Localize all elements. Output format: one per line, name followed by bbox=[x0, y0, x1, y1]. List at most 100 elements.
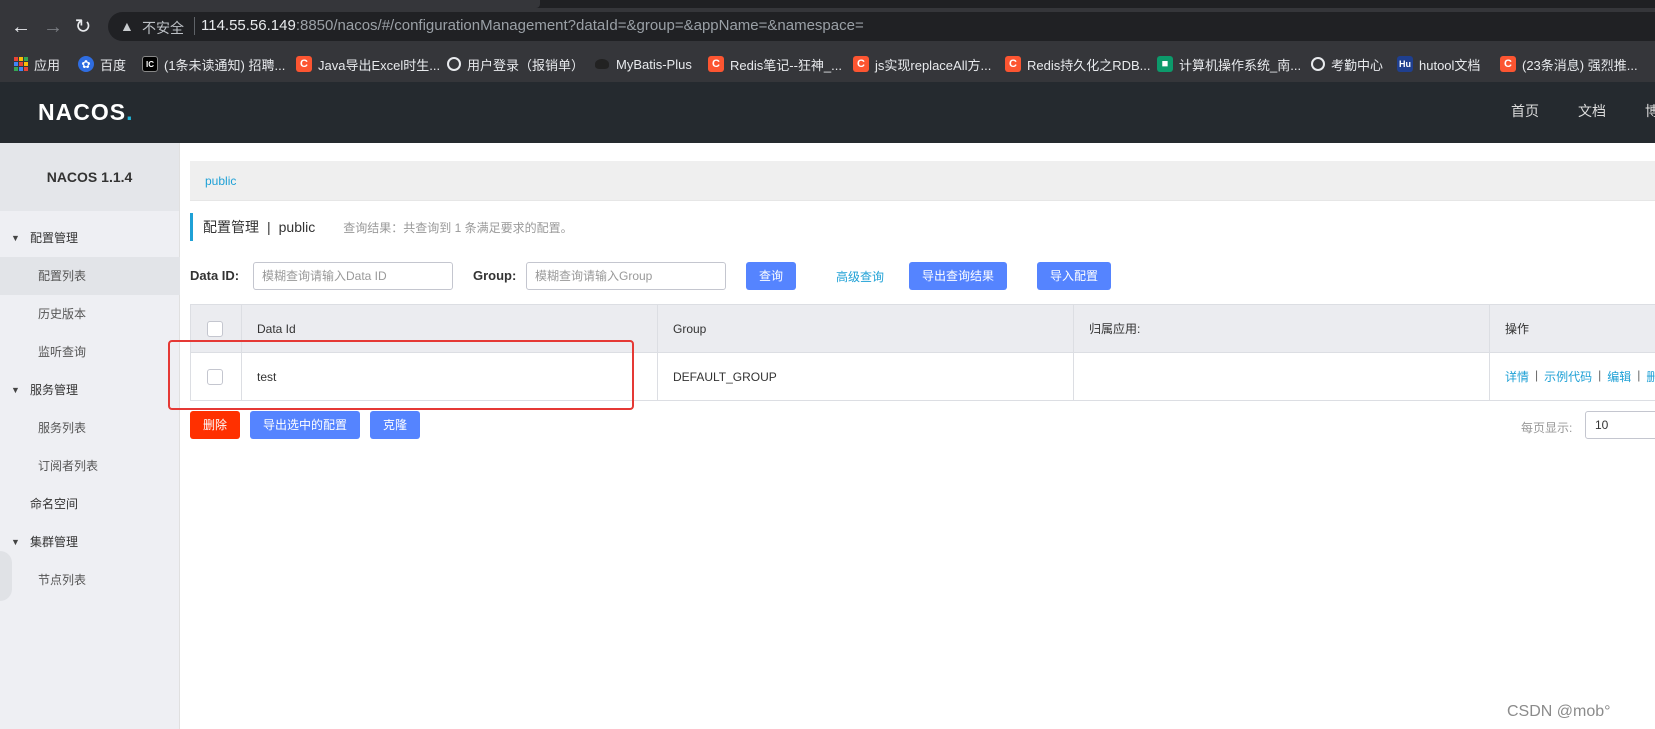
sample-code-link[interactable]: 示例代码 bbox=[1544, 368, 1592, 385]
bookmark-baidu[interactable]: ✿ 百度 bbox=[78, 55, 126, 73]
page-title: 配置管理 bbox=[203, 219, 259, 235]
sidebar-item-label: 监听查询 bbox=[38, 345, 87, 359]
sidebar-item-namespace[interactable]: 命名空间 bbox=[0, 485, 180, 523]
nav-home-link[interactable]: 首页 bbox=[1511, 101, 1539, 121]
apps-icon bbox=[14, 57, 28, 71]
sidebar-item-config-list[interactable]: 配置列表 bbox=[0, 257, 180, 295]
back-icon[interactable]: ← bbox=[8, 14, 34, 40]
bookmark-label: 考勤中心 bbox=[1331, 57, 1384, 73]
page-size-select[interactable]: 10 bbox=[1585, 411, 1655, 439]
edit-link[interactable]: 编辑 bbox=[1607, 368, 1631, 385]
sidebar-item-service-list[interactable]: 服务列表 bbox=[0, 409, 180, 447]
header-group: Group bbox=[658, 305, 1074, 352]
bookmark-redis-rdb[interactable]: C Redis持久化之RDB... bbox=[1005, 55, 1151, 73]
import-config-button[interactable]: 导入配置 bbox=[1037, 262, 1112, 290]
csdn-icon: C bbox=[853, 56, 869, 72]
bookmark-label: (23条消息) 强烈推... bbox=[1522, 57, 1638, 73]
advanced-query-link[interactable]: 高级查询 bbox=[836, 268, 884, 285]
clone-button[interactable]: 克隆 bbox=[370, 411, 421, 439]
bookmark-label: MyBatis-Plus bbox=[616, 56, 692, 72]
sidebar-item-subscribers[interactable]: 订阅者列表 bbox=[0, 447, 180, 485]
bookmark-label: (1条未读通知) 招聘... bbox=[164, 57, 286, 73]
sidebar-group-service[interactable]: ▼ 服务管理 bbox=[0, 371, 180, 409]
globe-icon bbox=[1311, 57, 1325, 71]
bookmark-notice[interactable]: IC (1条未读通知) 招聘... bbox=[142, 55, 285, 73]
csdn-icon: C bbox=[1005, 56, 1021, 72]
bookmark-label: Redis持久化之RDB... bbox=[1027, 57, 1151, 73]
globe-icon bbox=[447, 57, 461, 71]
bookmark-attendance[interactable]: 考勤中心 bbox=[1311, 55, 1383, 73]
nacos-logo[interactable]: NACOS. bbox=[38, 99, 133, 126]
logo-text: NACOS bbox=[38, 99, 127, 125]
bookmark-label: Java导出Excel时生... bbox=[318, 57, 441, 73]
sidebar-item-label: 订阅者列表 bbox=[38, 459, 99, 473]
sidebar-item-listener-query[interactable]: 监听查询 bbox=[0, 333, 180, 371]
export-selected-button[interactable]: 导出选中的配置 bbox=[250, 411, 361, 439]
bookmark-java-excel[interactable]: C Java导出Excel时生... bbox=[296, 55, 440, 73]
csdn-icon: C bbox=[296, 56, 312, 72]
bookmark-os[interactable]: ■ 计算机操作系统_南... bbox=[1157, 55, 1301, 73]
caret-down-icon: ▼ bbox=[11, 537, 20, 547]
green-icon: ■ bbox=[1157, 56, 1173, 72]
delete-button[interactable]: 删除 bbox=[190, 411, 241, 439]
baidu-icon: ✿ bbox=[78, 56, 94, 72]
dark-icon: IC bbox=[142, 56, 158, 72]
bookmark-label: 百度 bbox=[100, 57, 127, 73]
bookmark-login[interactable]: 用户登录（报销单） bbox=[447, 55, 584, 73]
warning-icon: ▲ bbox=[120, 18, 134, 34]
sidebar-group-cluster[interactable]: ▼ 集群管理 bbox=[0, 523, 180, 561]
bookmark-js-replaceall[interactable]: C js实现replaceAll方... bbox=[853, 55, 991, 73]
caret-down-icon: ▼ bbox=[11, 233, 20, 243]
action-divider: | bbox=[1535, 368, 1539, 382]
tab-strip bbox=[0, 0, 1655, 8]
watermark: CSDN @mob° bbox=[1507, 703, 1611, 720]
bookmark-redis-notes[interactable]: C Redis笔记--狂神_... bbox=[708, 55, 842, 73]
query-result-text: 查询结果：共查询到 1 条满足要求的配置。 bbox=[343, 220, 573, 235]
url-host: 114.55.56.149 bbox=[201, 17, 296, 34]
export-results-button[interactable]: 导出查询结果 bbox=[909, 262, 1008, 290]
select-all-checkbox[interactable] bbox=[207, 320, 223, 337]
app-header: NACOS. 首页 文档 博 bbox=[0, 82, 1655, 143]
namespace-tab-public[interactable]: public bbox=[205, 174, 236, 188]
active-tab[interactable] bbox=[0, 0, 540, 8]
sidebar-item-label: 服务列表 bbox=[38, 421, 87, 435]
cell-app bbox=[1074, 353, 1490, 400]
address-bar[interactable]: ▲ 不安全 114.55.56.149:8850/nacos/#/configu… bbox=[108, 12, 1655, 41]
dataid-input[interactable] bbox=[253, 262, 453, 290]
url-text[interactable]: 114.55.56.149:8850/nacos/#/configuration… bbox=[201, 17, 864, 34]
browser-toolbar: ← → ↻ ▲ 不安全 114.55.56.149:8850/nacos/#/c… bbox=[0, 8, 1655, 44]
bookmark-label: 用户登录（报销单） bbox=[467, 57, 585, 73]
delete-link[interactable]: 删 bbox=[1646, 368, 1655, 385]
header-actions: 操作 bbox=[1505, 322, 1530, 336]
bookmarks-bar: 应用 ✿ 百度 IC (1条未读通知) 招聘... C Java导出Excel时… bbox=[0, 44, 1655, 82]
address-divider bbox=[194, 17, 195, 35]
sidebar-item-node-list[interactable]: 节点列表 bbox=[0, 561, 180, 599]
sidebar-item-label: 命名空间 bbox=[30, 497, 79, 511]
nav-docs-link[interactable]: 文档 bbox=[1578, 101, 1606, 121]
group-input[interactable] bbox=[526, 262, 726, 290]
bookmark-apps[interactable]: 应用 bbox=[14, 55, 60, 73]
reload-icon[interactable]: ↻ bbox=[70, 14, 96, 40]
bookmark-mybatis[interactable]: MyBatis-Plus bbox=[594, 55, 692, 73]
page-size-label: 每页显示: bbox=[1521, 421, 1573, 435]
bookmark-hutool[interactable]: Hu hutool文档 bbox=[1397, 55, 1480, 73]
sidebar-collapse-handle[interactable] bbox=[0, 551, 12, 601]
bookmark-label: 计算机操作系统_南... bbox=[1179, 57, 1302, 73]
sidebar-item-history[interactable]: 历史版本 bbox=[0, 295, 180, 333]
sidebar-version: NACOS 1.1.4 bbox=[0, 143, 179, 211]
bookmark-label: hutool文档 bbox=[1419, 57, 1481, 73]
sidebar-group-config[interactable]: ▼ 配置管理 bbox=[0, 219, 180, 257]
mybatis-icon bbox=[594, 56, 610, 72]
browser-chrome: ← → ↻ ▲ 不安全 114.55.56.149:8850/nacos/#/c… bbox=[0, 0, 1655, 82]
bookmark-messages[interactable]: C (23条消息) 强烈推... bbox=[1500, 55, 1638, 73]
bookmark-label: Redis笔记--狂神_... bbox=[730, 57, 842, 73]
cell-actions: 详情 | 示例代码 | 编辑 | 删 bbox=[1490, 353, 1655, 400]
detail-link[interactable]: 详情 bbox=[1505, 368, 1529, 385]
sidebar-item-label: 节点列表 bbox=[38, 573, 87, 587]
dataid-label: Data ID: bbox=[190, 268, 240, 283]
insecure-label: 不安全 bbox=[142, 20, 184, 36]
forward-icon[interactable]: → bbox=[40, 14, 66, 40]
annotation-highlight-box bbox=[168, 340, 634, 410]
query-button[interactable]: 查询 bbox=[746, 262, 797, 290]
nav-blog-link[interactable]: 博 bbox=[1645, 101, 1655, 121]
